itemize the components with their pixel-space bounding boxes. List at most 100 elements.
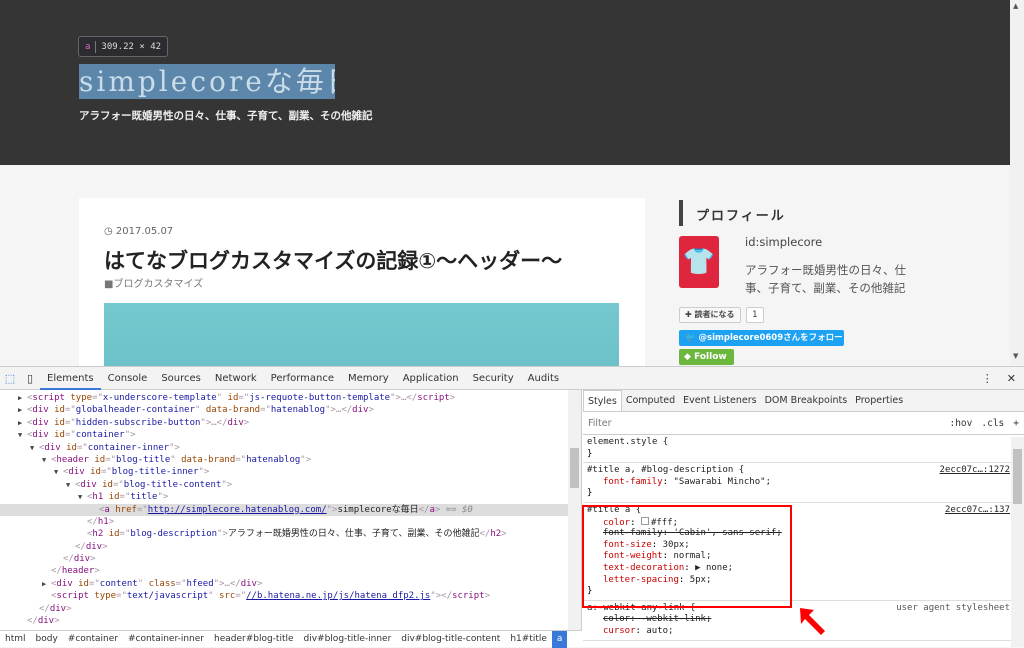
styles-filter[interactable]: Filter :hov .cls + bbox=[583, 412, 1024, 435]
breadcrumb-item[interactable]: body bbox=[31, 631, 63, 648]
dom-node-line[interactable]: </div> bbox=[0, 615, 581, 627]
feedly-icon: ◆ bbox=[684, 352, 695, 362]
collapse-arrow-icon[interactable]: ▼ bbox=[54, 466, 63, 478]
dom-token: == $0 bbox=[445, 504, 473, 515]
collapse-arrow-icon[interactable]: ▼ bbox=[78, 491, 87, 503]
expand-arrow-icon[interactable]: ▶ bbox=[42, 578, 51, 590]
dom-node-line[interactable]: ▼ <h1 id="title"> bbox=[0, 491, 581, 503]
inspect-element-icon[interactable]: ⬚ bbox=[0, 372, 20, 385]
dom-token: </ bbox=[87, 516, 98, 527]
dom-token[interactable]: http://simplecore.hatenablog.com/ bbox=[148, 505, 327, 515]
dom-token: div bbox=[352, 405, 369, 416]
dom-node-line[interactable]: ▶ <div id="globalheader-container" data-b… bbox=[0, 404, 581, 416]
styles-tab-computed[interactable]: Computed bbox=[622, 390, 679, 411]
dom-token: =" bbox=[260, 405, 271, 416]
css-property[interactable]: font-family: "Sawarabi Mincho"; bbox=[587, 477, 1010, 489]
tab-console[interactable]: Console bbox=[101, 367, 155, 390]
twitter-follow-button[interactable]: 🐦 @simplecore0609さんをフォロー bbox=[679, 330, 844, 346]
dom-node-line[interactable]: </div> bbox=[0, 603, 581, 615]
dom-node-line[interactable]: ▼ <div id="container"> bbox=[0, 429, 581, 441]
category-link[interactable]: ブログカスタマイズ bbox=[113, 279, 203, 290]
scroll-up-icon[interactable]: ▲ bbox=[1013, 2, 1018, 10]
styles-tab-styles[interactable]: Styles bbox=[583, 390, 622, 411]
breadcrumb-item[interactable]: #container bbox=[63, 631, 123, 648]
collapse-arrow-icon[interactable]: ▼ bbox=[66, 479, 75, 491]
tab-sources[interactable]: Sources bbox=[154, 367, 208, 390]
dom-node-line[interactable]: ▶ <script type="x-underscore-template" id… bbox=[0, 392, 581, 404]
more-menu-icon[interactable]: ⋮ bbox=[982, 372, 993, 385]
css-source-link[interactable]: 2ecc07c…:137 bbox=[945, 505, 1010, 515]
post-category[interactable]: ■ブログカスタマイズ bbox=[104, 275, 203, 290]
breadcrumb-item[interactable]: #container-inner bbox=[123, 631, 209, 648]
collapse-arrow-icon[interactable]: ▼ bbox=[30, 442, 39, 454]
close-icon[interactable]: ✕ bbox=[1007, 372, 1016, 385]
tooltip-size: 309.22 × 42 bbox=[101, 41, 162, 52]
styles-tab-properties[interactable]: Properties bbox=[851, 390, 907, 411]
dom-node-line[interactable]: <a href="http://simplecore.hatenablog.co… bbox=[0, 503, 581, 516]
dom-token: id bbox=[54, 405, 65, 416]
dom-node-line[interactable]: ▼ <div id="blog-title-inner"> bbox=[0, 466, 581, 478]
dom-token: div bbox=[32, 405, 55, 416]
breadcrumb-item[interactable]: html bbox=[0, 631, 31, 648]
breadcrumb-item[interactable]: div#blog-title-inner bbox=[299, 631, 397, 648]
dom-token: > bbox=[484, 591, 490, 602]
user-id-link[interactable]: id:simplecore bbox=[745, 235, 822, 249]
dom-token: header bbox=[61, 566, 95, 577]
dom-node-line[interactable]: <h2 id="blog-description">アラフォー既婚男性の日々、仕… bbox=[0, 528, 581, 540]
breadcrumb-item[interactable]: a bbox=[551, 631, 568, 648]
device-toggle-icon[interactable]: ▯ bbox=[20, 372, 40, 385]
tab-elements[interactable]: Elements bbox=[40, 367, 101, 390]
dom-token: =" bbox=[88, 578, 100, 589]
filter-action[interactable]: :hov bbox=[949, 418, 972, 429]
dom-node-line[interactable]: ▶ <div id="content" class="hfeed">…</div> bbox=[0, 578, 581, 590]
filter-action[interactable]: .cls bbox=[981, 418, 1004, 429]
expand-arrow-icon[interactable]: ▶ bbox=[18, 404, 27, 416]
css-property-value[interactable]: auto; bbox=[646, 626, 673, 636]
scroll-down-icon[interactable]: ▼ bbox=[1013, 352, 1018, 360]
page-scrollbar[interactable]: ▲ ▼ bbox=[1010, 0, 1024, 365]
css-source-link[interactable]: 2ecc07c…:1272 bbox=[940, 465, 1010, 475]
dom-token: div bbox=[32, 430, 55, 441]
dom-node-line[interactable]: <script type="text/javascript" src="//b.… bbox=[0, 590, 581, 602]
css-property-overridden[interactable]: color: -webkit-link; bbox=[603, 614, 711, 624]
dom-node-line[interactable]: </h1> bbox=[0, 516, 581, 528]
dom-token[interactable]: //b.hatena.ne.jp/js/hatena_dfp2.js bbox=[246, 591, 430, 601]
tab-application[interactable]: Application bbox=[396, 367, 466, 390]
dom-node-line[interactable]: ▼ <div id="container-inner"> bbox=[0, 442, 581, 454]
tshirt-icon[interactable]: 👕 bbox=[679, 236, 719, 288]
collapse-arrow-icon[interactable]: ▼ bbox=[18, 429, 27, 441]
css-property-value[interactable]: "Sawarabi Mincho"; bbox=[673, 477, 771, 487]
collapse-arrow-icon[interactable]: ▼ bbox=[42, 454, 51, 466]
feedly-follow-button[interactable]: ◆ Follow bbox=[679, 349, 734, 365]
dom-token: "> bbox=[326, 504, 338, 515]
dom-node-line[interactable]: ▼ <header id="blog-title" data-brand="hat… bbox=[0, 454, 581, 466]
css-property-name[interactable]: cursor bbox=[603, 626, 636, 636]
styles-tab-dom-breakpoints[interactable]: DOM Breakpoints bbox=[761, 390, 852, 411]
tab-performance[interactable]: Performance bbox=[264, 367, 341, 390]
tab-network[interactable]: Network bbox=[208, 367, 264, 390]
tab-memory[interactable]: Memory bbox=[341, 367, 396, 390]
filter-action[interactable]: + bbox=[1013, 418, 1019, 429]
dom-node-line[interactable]: </div> bbox=[0, 553, 581, 565]
subscribe-button[interactable]: ✚ 読者になる bbox=[679, 307, 741, 323]
dom-node-line[interactable]: ▶ <div id="hidden-subscribe-button">…</di… bbox=[0, 417, 581, 429]
blog-title-link[interactable]: simplecoreな毎日 bbox=[79, 64, 335, 99]
tab-audits[interactable]: Audits bbox=[521, 367, 566, 390]
tab-security[interactable]: Security bbox=[466, 367, 521, 390]
styles-tab-event-listeners[interactable]: Event Listeners bbox=[679, 390, 760, 411]
dom-token: x-underscore-template bbox=[102, 393, 217, 403]
post-title[interactable]: はてなブログカスタマイズの記録①〜ヘッダー〜 bbox=[104, 245, 562, 275]
dom-node-line[interactable]: </div> bbox=[0, 541, 581, 553]
breadcrumb-item[interactable]: h1#title bbox=[505, 631, 552, 648]
elements-scrollbar[interactable] bbox=[568, 390, 581, 630]
filter-input[interactable]: Filter bbox=[588, 418, 612, 429]
dom-node-line[interactable]: </header> bbox=[0, 565, 581, 577]
styles-scrollbar[interactable] bbox=[1011, 437, 1024, 647]
post-eyecatch-image[interactable] bbox=[104, 303, 619, 366]
expand-arrow-icon[interactable]: ▶ bbox=[18, 392, 27, 404]
css-property-name[interactable]: font-family bbox=[603, 477, 663, 487]
breadcrumb-item[interactable]: header#blog-title bbox=[209, 631, 299, 648]
breadcrumb-item[interactable]: div#blog-title-content bbox=[396, 631, 505, 648]
dom-node-line[interactable]: ▼ <div id="blog-title-content"> bbox=[0, 479, 581, 491]
expand-arrow-icon[interactable]: ▶ bbox=[18, 417, 27, 429]
